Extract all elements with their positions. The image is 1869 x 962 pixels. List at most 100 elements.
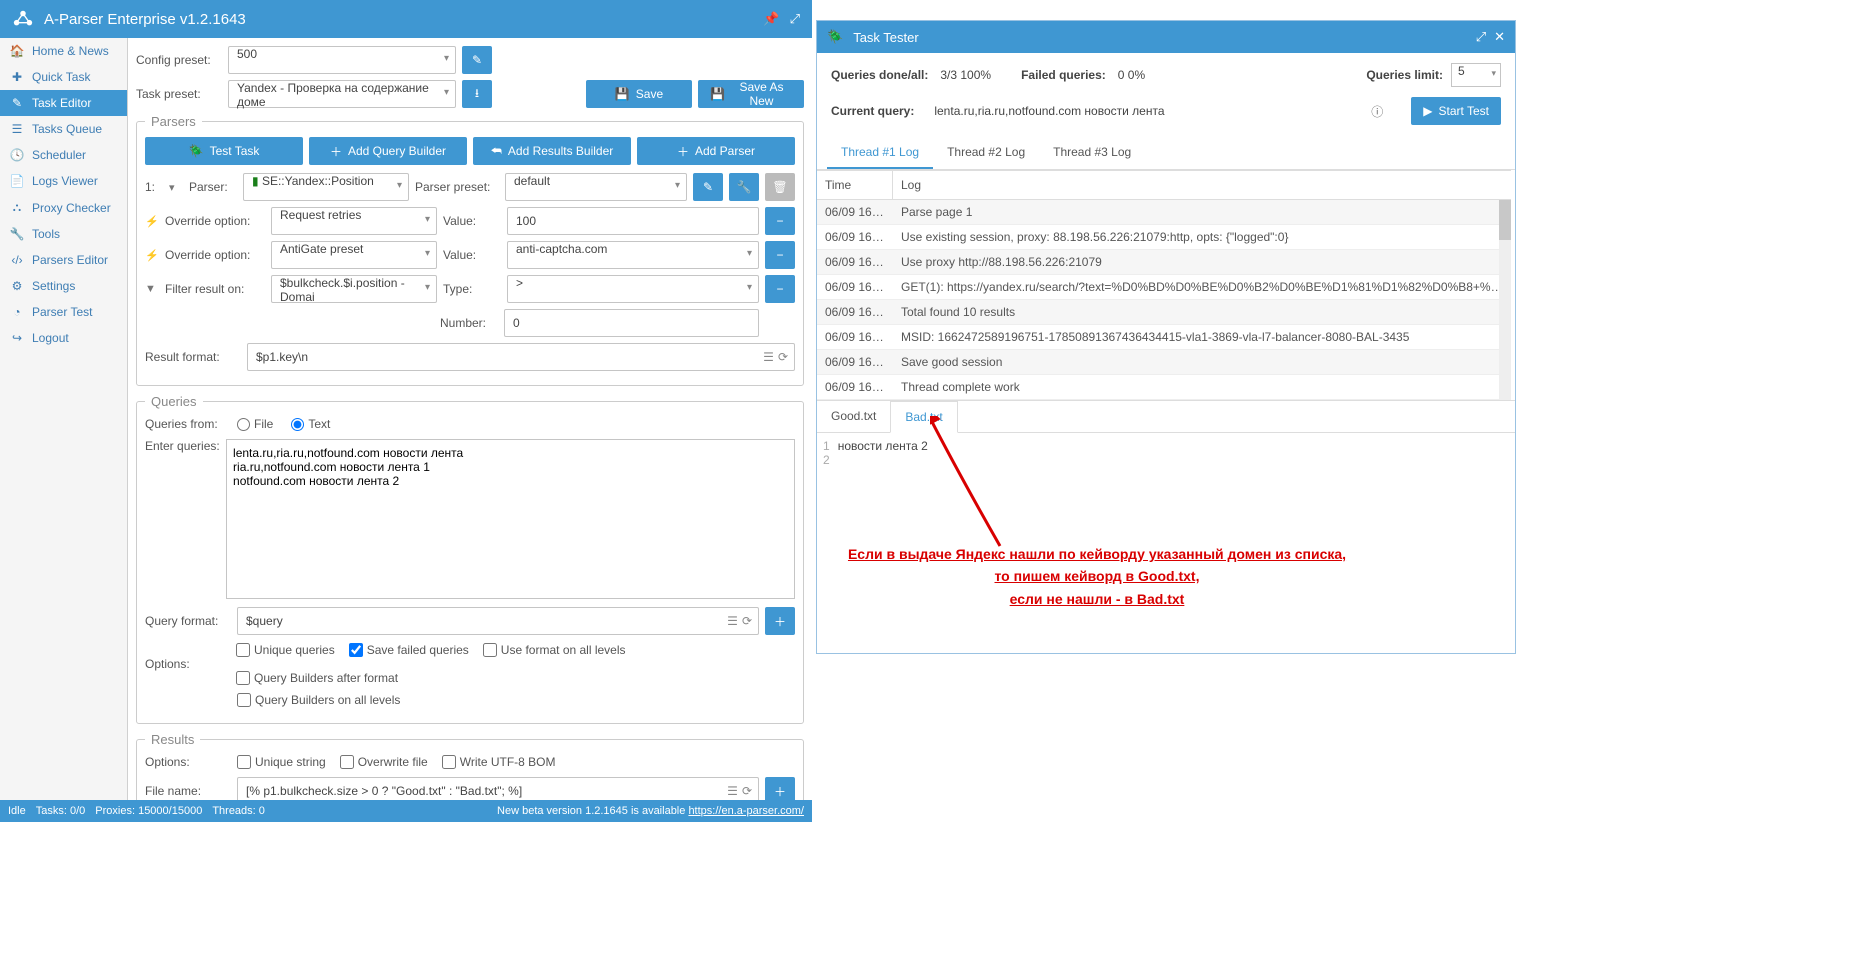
parser-select[interactable]: ▮ SE::Yandex::Position xyxy=(243,173,409,201)
download-preset-button[interactable]: ⭳ xyxy=(462,80,492,108)
sidebar-item-task-editor[interactable]: ✎Task Editor xyxy=(0,90,127,116)
tab-good-txt[interactable]: Good.txt xyxy=(817,401,890,432)
add-filename-button[interactable]: ＋ xyxy=(765,777,795,800)
override-value-input[interactable]: 100 xyxy=(507,207,759,235)
query-format-input[interactable]: $query☰⟳ xyxy=(237,607,759,635)
sidebar-item-quick-task[interactable]: ✚Quick Task xyxy=(0,64,127,90)
query-format-label: Query format: xyxy=(145,614,231,628)
tab-bad-txt[interactable]: Bad.txt xyxy=(890,401,957,433)
content: Config preset: 500 ✎ Task preset: Yandex… xyxy=(128,38,812,800)
sidebar-item-settings[interactable]: ⚙Settings xyxy=(0,273,127,299)
results-legend: Results xyxy=(145,732,200,747)
list-icon[interactable]: ☰ xyxy=(727,784,738,798)
share-icon: ⮪ xyxy=(491,144,502,159)
chevron-down-icon[interactable]: ▾ xyxy=(169,181,183,194)
add-parser-button[interactable]: ＋Add Parser xyxy=(637,137,795,165)
queries-textarea[interactable] xyxy=(226,439,795,599)
sidebar-item-label: Parsers Editor xyxy=(32,253,108,267)
filename-input[interactable]: [% p1.bulkcheck.size > 0 ? "Good.txt" : … xyxy=(237,777,759,800)
unique-string-checkbox[interactable]: Unique string xyxy=(237,755,326,769)
reload-icon[interactable]: ⟳ xyxy=(742,784,752,798)
parser-label: Parser: xyxy=(189,180,237,194)
qb-all-levels-checkbox[interactable]: Query Builders on all levels xyxy=(237,693,400,707)
reload-icon[interactable]: ⟳ xyxy=(742,614,752,628)
remove-row-button[interactable]: − xyxy=(765,241,795,269)
failed-queries-label: Failed queries: xyxy=(1021,68,1106,82)
dashboard-icon: ◔ xyxy=(10,305,24,319)
reload-icon[interactable]: ⟳ xyxy=(778,350,788,364)
edit-parser-button[interactable]: ✎ xyxy=(693,173,723,201)
remove-row-button[interactable]: − xyxy=(765,275,795,303)
tab-thread-2[interactable]: Thread #2 Log xyxy=(933,137,1039,169)
sidebar-item-logout[interactable]: ↪Logout xyxy=(0,325,127,351)
add-query-builder-button[interactable]: ＋Add Query Builder xyxy=(309,137,467,165)
settings-parser-button[interactable]: 🔧 xyxy=(729,173,759,201)
list-icon[interactable]: ☰ xyxy=(727,614,738,628)
filter-result-select[interactable]: $bulkcheck.$i.position - Domai xyxy=(271,275,437,303)
log-scrollbar[interactable] xyxy=(1499,200,1511,400)
sidebar-item-parser-test[interactable]: ◔Parser Test xyxy=(0,299,127,325)
overwrite-file-checkbox[interactable]: Overwrite file xyxy=(340,755,428,769)
tab-thread-1[interactable]: Thread #1 Log xyxy=(827,137,933,169)
lightning-icon: ⚡ xyxy=(145,215,159,228)
info-icon[interactable]: ⓘ xyxy=(1371,103,1383,120)
override-label: Override option: xyxy=(165,248,265,262)
sidebar-item-logs-viewer[interactable]: 📄Logs Viewer xyxy=(0,168,127,194)
parser-preset-label: Parser preset: xyxy=(415,180,499,194)
save-icon: 💾 xyxy=(710,87,725,101)
log-row: 06/09 16:5...Use proxy http://88.198.56.… xyxy=(817,250,1511,275)
failed-queries-value: 0 0% xyxy=(1118,68,1145,82)
result-format-label: Result format: xyxy=(145,350,241,364)
tab-thread-3[interactable]: Thread #3 Log xyxy=(1039,137,1145,169)
code-icon: ‹/› xyxy=(10,253,24,267)
sidebar-item-tools[interactable]: 🔧Tools xyxy=(0,221,127,247)
remove-row-button[interactable]: − xyxy=(765,207,795,235)
override-option-select[interactable]: Request retries xyxy=(271,207,437,235)
status-threads: Threads: 0 xyxy=(212,805,265,817)
maximize-icon[interactable]: ⤢ xyxy=(790,11,800,27)
add-results-builder-button[interactable]: ⮪Add Results Builder xyxy=(473,137,631,165)
parser-preset-select[interactable]: default xyxy=(505,173,687,201)
queries-from-file-radio[interactable]: File xyxy=(237,417,273,431)
log-message: Use existing session, proxy: 88.198.56.2… xyxy=(893,225,1511,249)
queries-limit-select[interactable]: 5 xyxy=(1451,63,1501,87)
save-icon: 💾 xyxy=(615,87,630,101)
override-value-select[interactable]: anti-captcha.com xyxy=(507,241,759,269)
log-row: 06/09 16:5...Thread complete work xyxy=(817,375,1511,400)
write-utf8-bom-checkbox[interactable]: Write UTF-8 BOM xyxy=(442,755,556,769)
sidebar-item-label: Logout xyxy=(32,331,69,345)
edit-config-button[interactable]: ✎ xyxy=(462,46,492,74)
queries-from-text-radio[interactable]: Text xyxy=(291,417,330,431)
unique-queries-checkbox[interactable]: Unique queries xyxy=(236,643,335,657)
filter-type-select[interactable]: > xyxy=(507,275,759,303)
list-icon[interactable]: ☰ xyxy=(763,350,774,364)
beta-link[interactable]: https://en.a-parser.com/ xyxy=(688,805,804,817)
sidebar-item-parsers-editor[interactable]: ‹/› Parsers Editor xyxy=(0,247,127,273)
test-task-button[interactable]: 🪲Test Task xyxy=(145,137,303,165)
status-tasks: Tasks: 0/0 xyxy=(36,805,86,817)
override-option-select[interactable]: AntiGate preset xyxy=(271,241,437,269)
sidebar-item-tasks-queue[interactable]: ☰Tasks Queue xyxy=(0,116,127,142)
save-as-new-button[interactable]: 💾Save As New xyxy=(698,80,804,108)
use-format-all-levels-checkbox[interactable]: Use format on all levels xyxy=(483,643,626,657)
number-input[interactable]: 0 xyxy=(504,309,759,337)
maximize-icon[interactable]: ⤢ xyxy=(1476,29,1486,45)
save-button[interactable]: 💾Save xyxy=(586,80,692,108)
save-failed-queries-checkbox[interactable]: Save failed queries xyxy=(349,643,469,657)
qb-after-format-checkbox[interactable]: Query Builders after format xyxy=(236,671,398,685)
sidebar-item-home[interactable]: 🏠Home & News xyxy=(0,38,127,64)
task-preset-select[interactable]: Yandex - Проверка на содержание доме xyxy=(228,80,456,108)
delete-parser-button[interactable]: 🗑 xyxy=(765,173,795,201)
config-preset-label: Config preset: xyxy=(136,53,222,67)
log-row: 06/09 16:5...GET(1): https://yandex.ru/s… xyxy=(817,275,1511,300)
sidebar-item-label: Proxy Checker xyxy=(32,201,111,215)
add-query-format-button[interactable]: ＋ xyxy=(765,607,795,635)
result-format-input[interactable]: $p1.key\n☰⟳ xyxy=(247,343,795,371)
options-label: Options: xyxy=(145,657,230,671)
start-test-button[interactable]: ▶Start Test xyxy=(1411,97,1501,125)
sidebar-item-scheduler[interactable]: 🕓Scheduler xyxy=(0,142,127,168)
pin-icon[interactable]: 📌 xyxy=(763,11,779,27)
config-preset-select[interactable]: 500 xyxy=(228,46,456,74)
sidebar-item-proxy-checker[interactable]: ⛬Proxy Checker xyxy=(0,194,127,221)
close-icon[interactable]: ✕ xyxy=(1494,29,1505,45)
